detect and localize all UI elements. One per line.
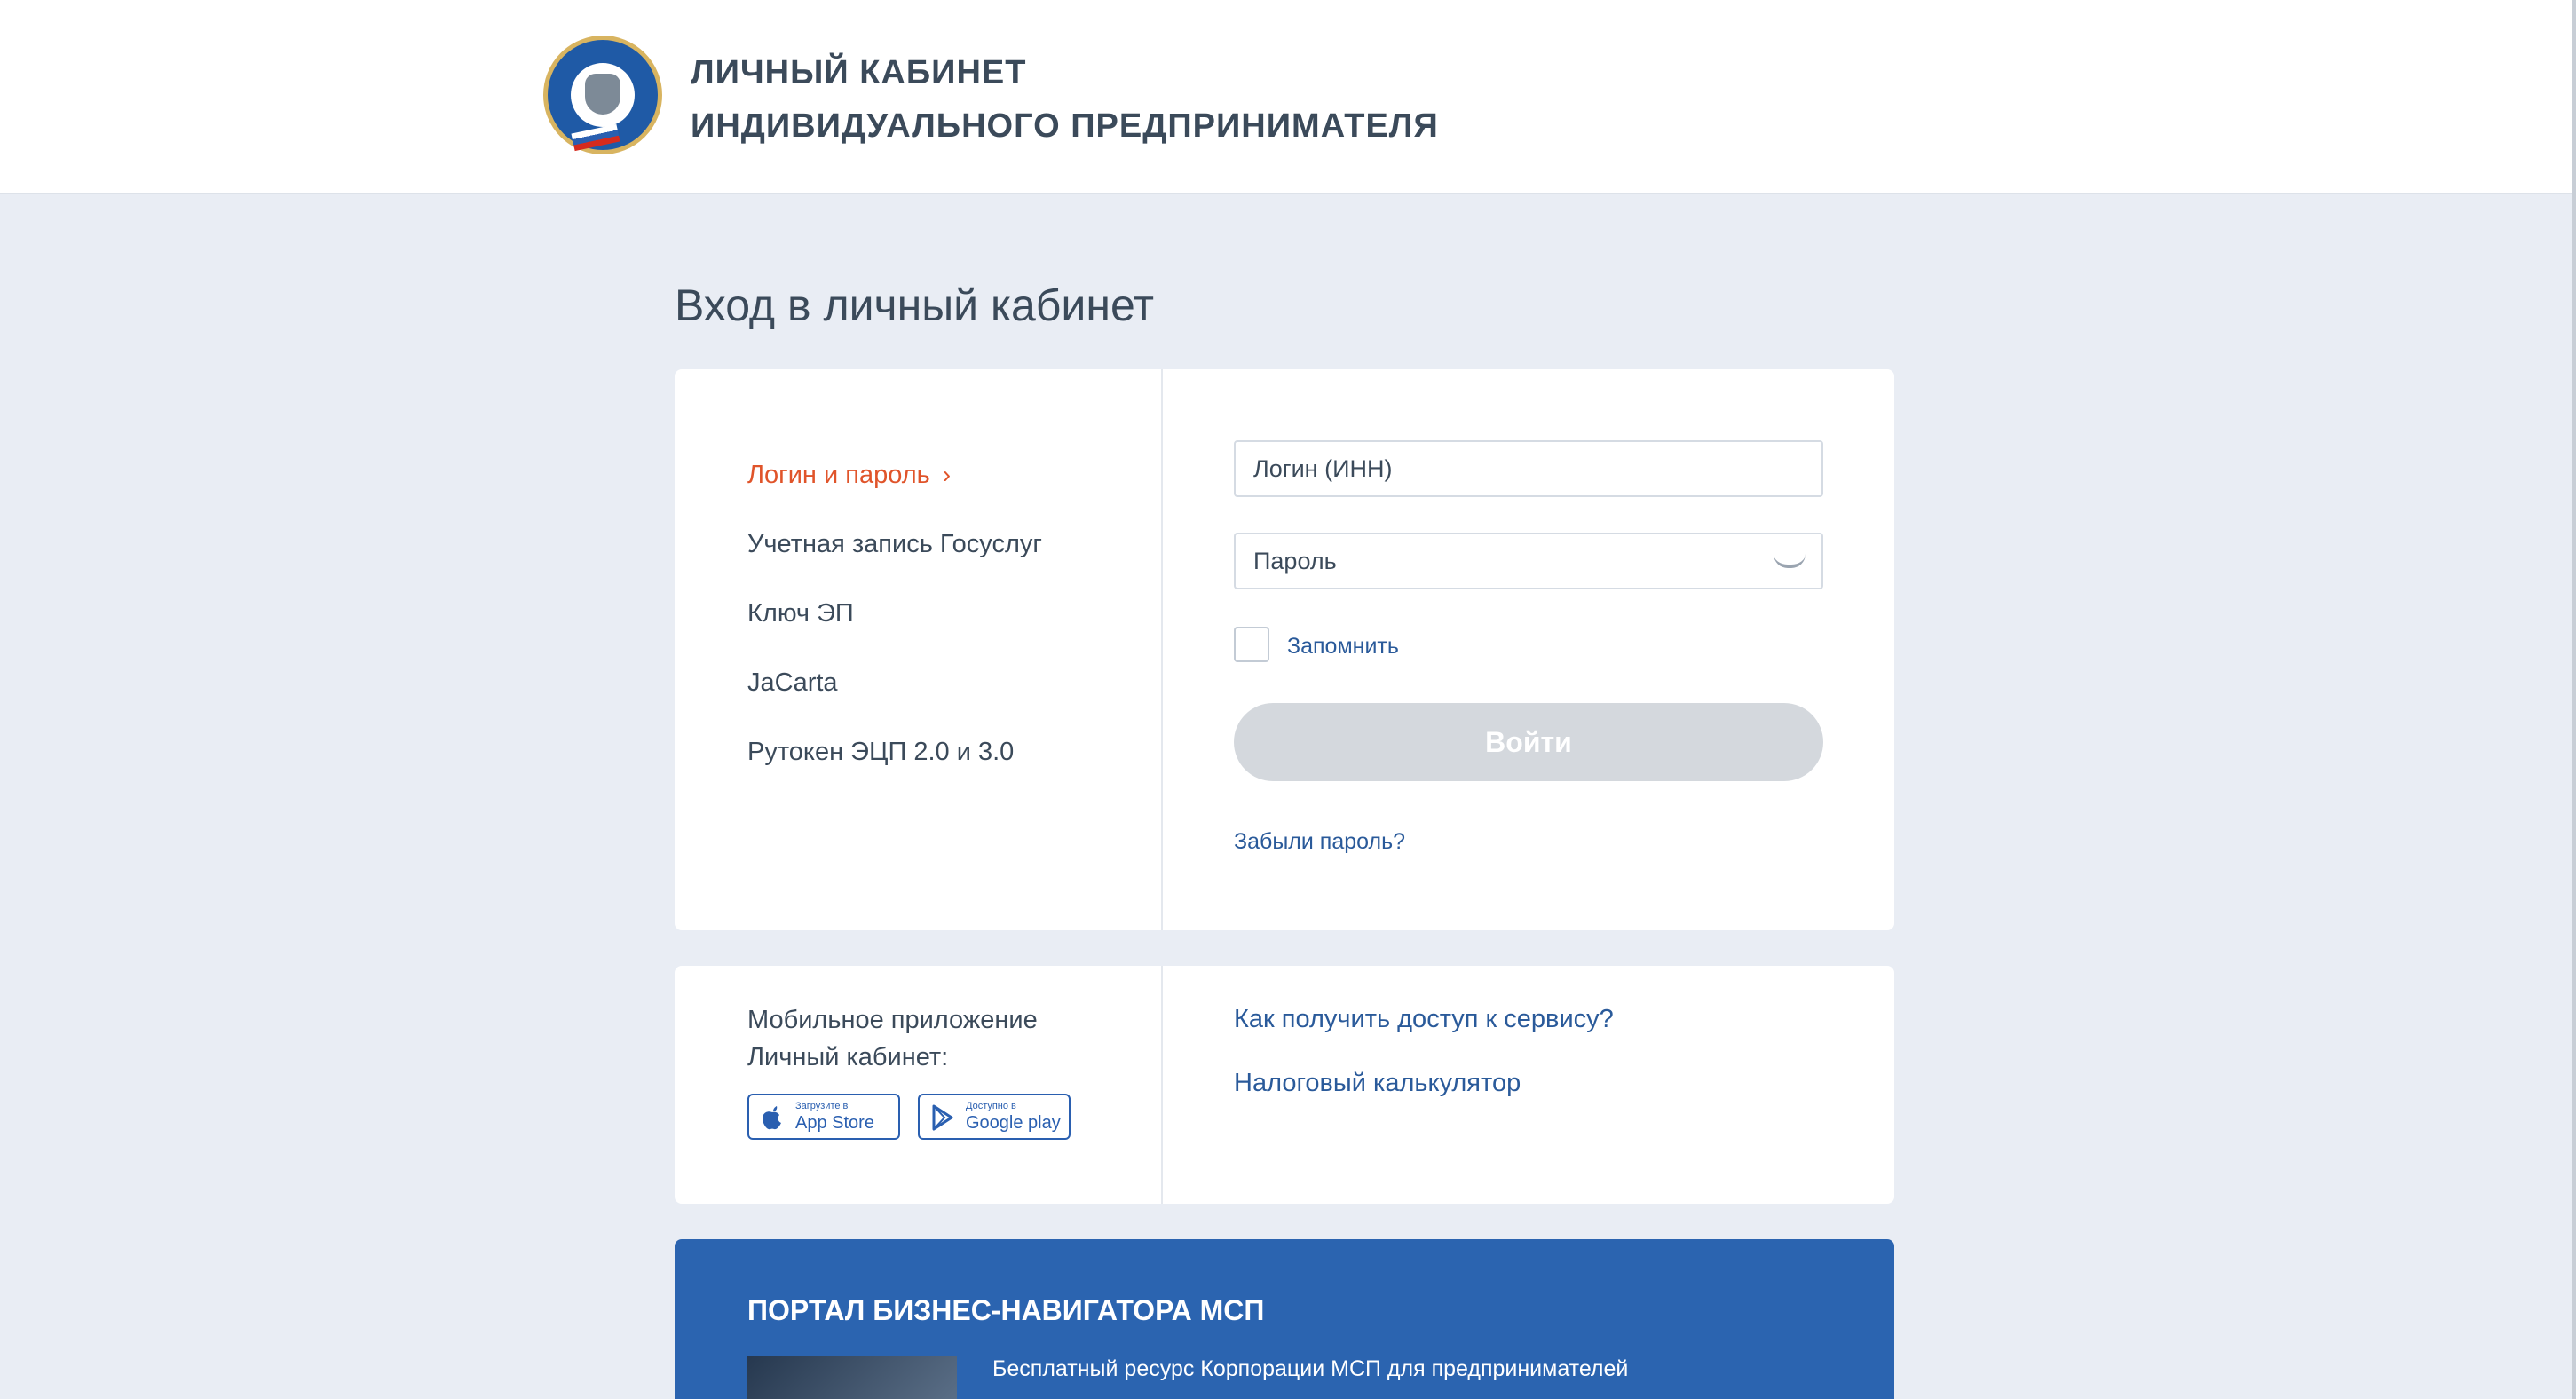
fns-emblem-icon[interactable]: [543, 36, 662, 154]
remember-checkbox[interactable]: [1234, 627, 1269, 662]
mobile-app-text: Мобильное приложение Личный кабинет:: [747, 1001, 1038, 1076]
appstore-big-text: App Store: [795, 1113, 874, 1133]
method-gosuslugi[interactable]: Учетная запись Госуслуг: [747, 510, 1042, 579]
tax-calculator-link[interactable]: Налоговый калькулятор: [1234, 1069, 1521, 1098]
page-title: Вход в личный кабинет: [675, 281, 1154, 330]
apple-icon: [763, 1106, 781, 1130]
chevron-right-icon: ›: [942, 461, 952, 488]
login-button[interactable]: Войти: [1234, 703, 1823, 781]
banner-text: Бесплатный ресурс Корпорации МСП для пре…: [992, 1356, 1629, 1381]
emblem-center: [571, 63, 635, 127]
method-rutoken[interactable]: Рутокен ЭЦП 2.0 и 3.0: [747, 717, 1042, 786]
password-input[interactable]: Пароль: [1234, 533, 1823, 589]
eagle-icon: [585, 74, 620, 115]
google-big-text: Google play: [966, 1113, 1061, 1133]
mobile-text-line1: Мобильное приложение: [747, 1006, 1038, 1034]
vertical-divider: [1161, 966, 1163, 1204]
mobile-text-line2: Личный кабинет:: [747, 1043, 949, 1071]
method-jacarta[interactable]: JaCarta: [747, 648, 1042, 717]
business-navigator-banner[interactable]: ПОРТАЛ БИЗНЕС-НАВИГАТОРА МСП Бесплатный …: [675, 1239, 1894, 1399]
cabinet-title-line2: ИНДИВИДУАЛЬНОГО ПРЕДПРИНИМАТЕЛЯ: [691, 107, 1439, 145]
show-password-icon[interactable]: [1774, 554, 1806, 568]
flag-icon: [571, 123, 620, 152]
site-header: ЛИЧНЫЙ КАБИНЕТ ИНДИВИДУАЛЬНОГО ПРЕДПРИНИ…: [0, 0, 2572, 194]
method-label: Логин и пароль: [747, 461, 930, 489]
google-play-icon: [932, 1104, 953, 1131]
login-card: Логин и пароль › Учетная запись Госуслуг …: [675, 369, 1894, 930]
access-info-link[interactable]: Как получить доступ к сервису?: [1234, 1005, 1614, 1034]
forgot-password-link[interactable]: Забыли пароль?: [1234, 829, 1405, 855]
cabinet-title-line1: ЛИЧНЫЙ КАБИНЕТ: [691, 54, 1027, 91]
google-small-text: Доступно в: [966, 1101, 1016, 1111]
remember-label[interactable]: Запомнить: [1287, 630, 1399, 662]
appstore-button[interactable]: Загрузите в App Store: [747, 1094, 900, 1140]
google-play-button[interactable]: Доступно в Google play: [918, 1094, 1071, 1140]
banner-title: ПОРТАЛ БИЗНЕС-НАВИГАТОРА МСП: [747, 1294, 1265, 1326]
password-placeholder: Пароль: [1253, 548, 1337, 574]
vertical-divider: [1161, 369, 1163, 930]
cabinet-title: ЛИЧНЫЙ КАБИНЕТ ИНДИВИДУАЛЬНОГО ПРЕДПРИНИ…: [691, 46, 1439, 153]
appstore-small-text: Загрузите в: [795, 1101, 849, 1111]
login-methods-list: Логин и пароль › Учетная запись Госуслуг …: [747, 440, 1042, 786]
login-input[interactable]: Логин (ИНН): [1234, 440, 1823, 497]
window-edge: [2572, 0, 2576, 1399]
method-digital-signature[interactable]: Ключ ЭП: [747, 579, 1042, 648]
method-login-password[interactable]: Логин и пароль ›: [747, 440, 1042, 510]
mobile-app-card: Мобильное приложение Личный кабинет: Заг…: [675, 966, 1894, 1204]
banner-image: [747, 1356, 957, 1399]
